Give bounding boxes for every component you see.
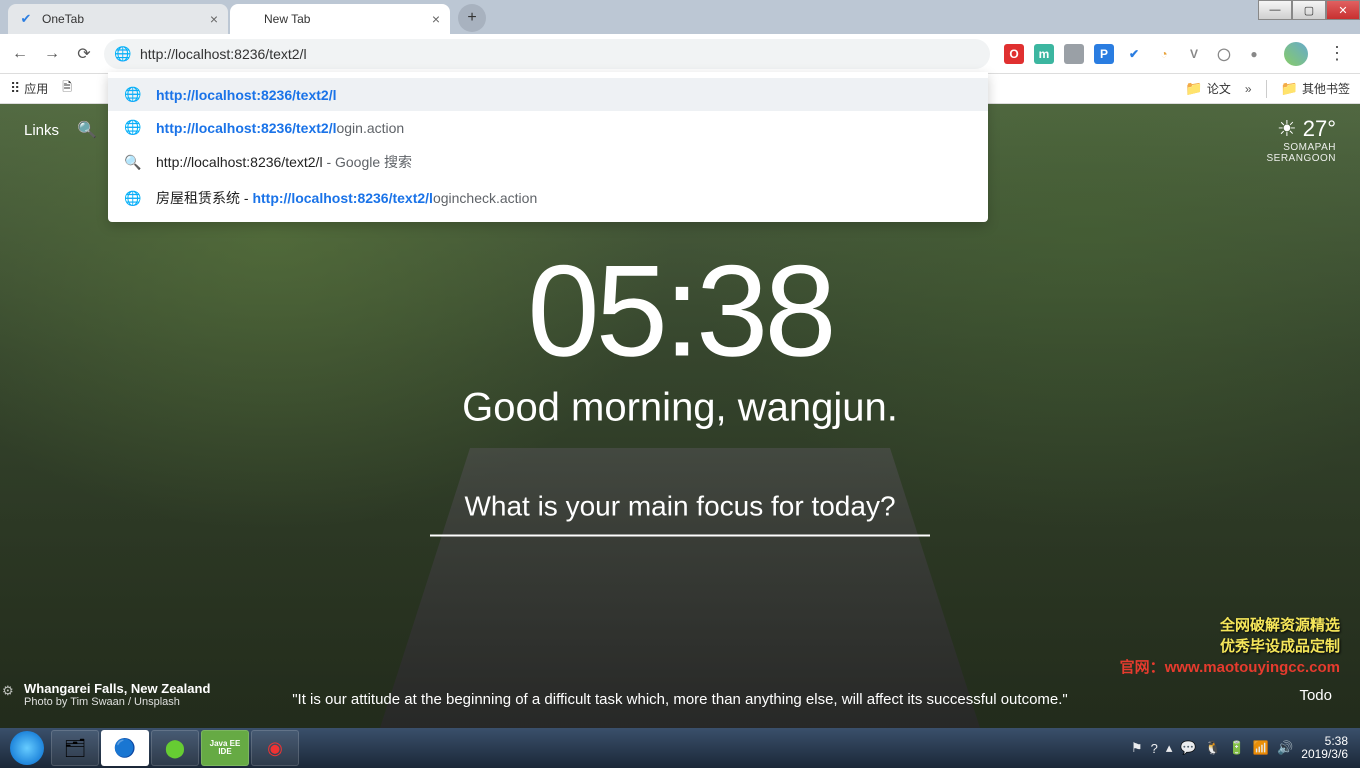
links-button[interactable]: Links [24, 122, 59, 139]
photo-credit[interactable]: Whangarei Falls, New Zealand Photo by Ti… [24, 681, 210, 708]
extension-icon[interactable]: V [1184, 44, 1204, 64]
taskbar-javaee-ide[interactable]: Java EEIDE [201, 730, 249, 766]
weather-widget[interactable]: ☀27° SOMAPAH SERANGOON [1266, 116, 1336, 164]
toolbar: ← → ⟳ 🌐 Om P ✔ ◔ V ◯ ● ⋮ [0, 34, 1360, 74]
close-icon[interactable]: × [210, 11, 218, 27]
tab-strip: ✔ OneTab × New Tab × + [0, 0, 1360, 34]
bookmarks-overflow[interactable]: » [1245, 82, 1252, 96]
tray-icon[interactable]: 📶 [1253, 740, 1269, 756]
clock: 05:38 [0, 246, 1360, 376]
promo-url: www.maotouyingcc.com [1165, 659, 1340, 676]
omnibox-suggestion[interactable]: 🔍 http://localhost:8236/text2/l - Google … [108, 144, 988, 180]
photo-byline: Photo by Tim Swaan / Unsplash [24, 696, 210, 708]
sun-icon: ☀ [1277, 116, 1297, 142]
extension-icon[interactable]: m [1034, 44, 1054, 64]
tray-icon[interactable]: 🐧 [1205, 740, 1221, 756]
photo-location: Whangarei Falls, New Zealand [24, 681, 210, 696]
promo-overlay: 全网破解资源精选 优秀毕设成品定制 官网：www.maotouyingcc.co… [1120, 615, 1340, 678]
window-close-button[interactable]: ✕ [1326, 0, 1360, 20]
taskbar-chrome[interactable]: 🔵 [101, 730, 149, 766]
folder-label: 其他书签 [1302, 80, 1350, 97]
promo-label: 官网： [1120, 659, 1165, 676]
tab-onetab[interactable]: ✔ OneTab × [8, 4, 228, 34]
bookmark-folder-lunwen[interactable]: 📁 论文 [1185, 80, 1230, 97]
tray-volume-icon[interactable]: 🔊 [1277, 740, 1293, 756]
extension-icon[interactable]: O [1004, 44, 1024, 64]
focus-input-underline[interactable] [430, 535, 930, 537]
promo-line-2: 优秀毕设成品定制 [1120, 636, 1340, 657]
onetab-favicon: ✔ [18, 11, 34, 27]
globe-icon: 🌐 [124, 190, 140, 207]
tab-title: OneTab [42, 12, 84, 26]
windows-taskbar: 🗂 🔵 ⬤ Java EEIDE ◉ ⚑ ? ▴ 💬 🐧 🔋 📶 🔊 5:38 … [0, 728, 1360, 768]
extension-icon[interactable]: ◔ [1154, 44, 1174, 64]
window-maximize-button[interactable]: ▢ [1292, 0, 1326, 20]
tray-date: 2019/3/6 [1301, 748, 1348, 761]
extension-icon[interactable]: ◯ [1214, 44, 1234, 64]
apps-label: 应用 [24, 80, 48, 97]
weather-location-1: SOMAPAH [1266, 142, 1336, 153]
apps-icon: ⠿ [10, 80, 20, 97]
folder-icon: 📁 [1281, 80, 1298, 97]
omnibox-suggestion[interactable]: 🌐 http://localhost:8236/text2/l [108, 78, 988, 111]
profile-avatar[interactable] [1284, 42, 1308, 66]
system-tray: ⚑ ? ▴ 💬 🐧 🔋 📶 🔊 5:38 2019/3/6 [1131, 735, 1356, 761]
suggestion-text: http://localhost:8236/text2/l - Google 搜… [156, 152, 412, 172]
bookmark-item[interactable]: 🗎 [62, 78, 72, 99]
weather-temp: 27° [1303, 116, 1336, 142]
tab-title: New Tab [264, 12, 310, 26]
extension-icons: Om P ✔ ◔ V ◯ ● [998, 44, 1270, 64]
weather-location-2: SERANGOON [1266, 153, 1336, 164]
suggestion-text: 房屋租赁系统 - http://localhost:8236/text2/log… [156, 188, 537, 208]
todo-button[interactable]: Todo [1299, 687, 1332, 704]
extension-icon[interactable]: P [1094, 44, 1114, 64]
taskbar-record[interactable]: ◉ [251, 730, 299, 766]
tab-new-tab[interactable]: New Tab × [230, 4, 450, 34]
tray-icon[interactable]: ⚑ [1131, 740, 1143, 756]
extension-icon[interactable] [1064, 44, 1084, 64]
tray-icon[interactable]: 💬 [1180, 740, 1196, 756]
omnibox-suggestions: 🌐 http://localhost:8236/text2/l 🌐 http://lo… [108, 72, 988, 222]
chrome-menu-button[interactable]: ⋮ [1322, 43, 1352, 64]
site-info-icon[interactable]: 🌐 [114, 45, 131, 62]
folder-icon: 📁 [1185, 80, 1202, 97]
window-minimize-button[interactable]: — [1258, 0, 1292, 20]
tray-icon[interactable]: ? [1151, 741, 1158, 756]
tray-icon[interactable]: 🔋 [1229, 740, 1245, 756]
reload-button[interactable]: ⟳ [72, 42, 96, 66]
folder-label: 论文 [1207, 80, 1231, 97]
start-button[interactable] [10, 731, 44, 765]
omnibox-suggestion[interactable]: 🌐 房屋租赁系统 - http://localhost:8236/text2/lo… [108, 180, 988, 216]
taskbar-explorer[interactable]: 🗂 [51, 730, 99, 766]
promo-line-1: 全网破解资源精选 [1120, 615, 1340, 636]
taskbar-app-green[interactable]: ⬤ [151, 730, 199, 766]
back-button[interactable]: ← [8, 42, 32, 66]
close-icon[interactable]: × [432, 11, 440, 27]
search-icon: 🔍 [124, 154, 140, 171]
omnibox-suggestion[interactable]: 🌐 http://localhost:8236/text2/login.actio… [108, 111, 988, 144]
apps-shortcut[interactable]: ⠿ 应用 [10, 80, 48, 97]
suggestion-text: http://localhost:8236/text2/login.action [156, 120, 404, 136]
tray-clock[interactable]: 5:38 2019/3/6 [1301, 735, 1348, 761]
suggestion-text: http://localhost:8236/text2/l [156, 87, 336, 103]
daily-quote: "It is our attitude at the beginning of … [272, 691, 1088, 708]
search-icon[interactable]: 🔍 [77, 120, 97, 140]
globe-icon: 🌐 [124, 86, 140, 103]
greeting: Good morning, wangjun. [0, 386, 1360, 431]
page-icon: 🗎 [62, 78, 72, 99]
forward-button[interactable]: → [40, 42, 64, 66]
newtab-favicon [240, 11, 256, 27]
new-tab-button[interactable]: + [458, 4, 486, 32]
extension-icon[interactable]: ✔ [1124, 44, 1144, 64]
focus-question: What is your main focus for today? [0, 491, 1360, 523]
address-bar[interactable] [104, 39, 990, 69]
extension-icon[interactable]: ● [1244, 44, 1264, 64]
bookmark-folder-other[interactable]: 📁 其他书签 [1281, 80, 1350, 97]
globe-icon: 🌐 [124, 119, 140, 136]
tray-icon[interactable]: ▴ [1166, 740, 1173, 756]
